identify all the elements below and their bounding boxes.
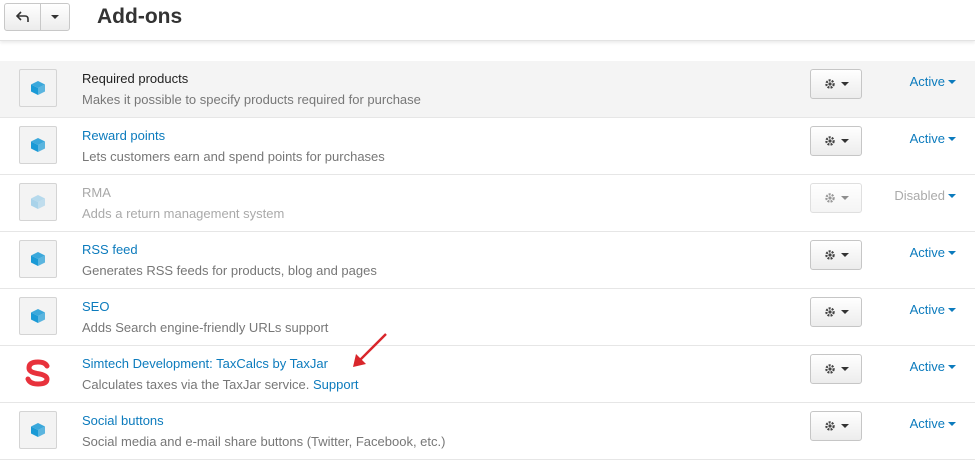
addon-description: Makes it possible to specify products re… — [82, 92, 421, 107]
support-link[interactable]: Support — [313, 377, 359, 392]
back-arrow-icon — [15, 11, 29, 22]
addon-status-dropdown[interactable]: Active — [910, 74, 956, 89]
addon-thumbnail — [19, 240, 57, 278]
page-header: Add-ons — [0, 0, 975, 41]
caret-down-icon — [948, 79, 956, 84]
addon-description-text: Lets customers earn and spend points for… — [82, 149, 385, 164]
addon-name-link[interactable]: RSS feed — [82, 242, 138, 257]
simtech-logo-icon — [25, 359, 50, 387]
caret-down-icon — [948, 136, 956, 141]
addon-settings-button[interactable] — [810, 354, 862, 384]
addon-row: Simtech Development: TaxCalcs by TaxJar … — [0, 346, 975, 403]
addon-status-dropdown[interactable]: Active — [910, 359, 956, 374]
addon-settings-button[interactable] — [810, 411, 862, 441]
addon-status-dropdown[interactable]: Disabled — [894, 188, 956, 203]
addon-description: Lets customers earn and spend points for… — [82, 149, 385, 164]
addon-settings-button[interactable] — [810, 297, 862, 327]
annotation-arrow-icon — [353, 333, 387, 367]
addon-status-label: Active — [909, 359, 945, 374]
back-button-group — [4, 3, 70, 31]
caret-down-icon — [948, 364, 956, 369]
addon-row: Reward points Lets customers earn and sp… — [0, 118, 975, 175]
addon-description: Calculates taxes via the TaxJar service.… — [82, 377, 359, 392]
addon-name-link[interactable]: SEO — [82, 299, 109, 314]
gear-icon — [824, 136, 835, 146]
addon-name-link[interactable]: Simtech Development: TaxCalcs by TaxJar — [82, 356, 328, 371]
addon-box-icon — [31, 252, 45, 266]
addon-thumbnail — [19, 297, 57, 335]
addon-description-text: Generates RSS feeds for products, blog a… — [82, 263, 377, 278]
gear-icon — [824, 250, 835, 260]
caret-down-icon — [948, 421, 956, 426]
addon-description-text: Adds a return management system — [82, 206, 285, 221]
addon-status-label: Active — [909, 131, 945, 146]
addon-description-text: Calculates taxes via the TaxJar service. — [82, 377, 310, 392]
addon-description: Adds Search engine-friendly URLs support — [82, 320, 328, 335]
caret-down-icon — [948, 193, 956, 198]
addon-status-dropdown[interactable]: Active — [910, 245, 956, 260]
addon-thumbnail — [19, 69, 57, 107]
addon-thumbnail — [19, 126, 57, 164]
addon-name-link[interactable]: Required products — [82, 71, 188, 86]
gear-icon — [824, 193, 835, 203]
addon-settings-button[interactable] — [810, 126, 862, 156]
addon-description: Generates RSS feeds for products, blog a… — [82, 263, 377, 278]
caret-down-icon — [840, 367, 849, 371]
addon-settings-button[interactable] — [810, 183, 862, 213]
addon-thumbnail — [19, 354, 57, 392]
caret-down-icon — [840, 253, 849, 257]
addon-box-icon — [31, 195, 45, 209]
gear-icon — [824, 421, 835, 431]
addon-settings-button[interactable] — [810, 240, 862, 270]
caret-down-icon — [840, 310, 849, 314]
addon-status-label: Active — [909, 302, 945, 317]
addon-name-link[interactable]: RMA — [82, 185, 111, 200]
addon-status-label: Active — [909, 245, 945, 260]
addon-row: RMA Adds a return management system Disa… — [0, 175, 975, 232]
caret-down-icon — [840, 139, 849, 143]
addon-box-icon — [31, 81, 45, 95]
caret-down-icon — [948, 307, 956, 312]
addon-description-text: Social media and e-mail share buttons (T… — [82, 434, 446, 449]
addon-settings-button[interactable] — [810, 69, 862, 99]
back-button[interactable] — [5, 4, 41, 30]
addon-thumbnail — [19, 411, 57, 449]
addon-name-link[interactable]: Social buttons — [82, 413, 164, 428]
back-dropdown-toggle[interactable] — [41, 4, 69, 30]
addon-status-dropdown[interactable]: Active — [910, 416, 956, 431]
addon-row: Required products Makes it possible to s… — [0, 61, 975, 118]
gear-icon — [824, 79, 835, 89]
caret-down-icon — [51, 15, 59, 19]
gear-icon — [824, 364, 835, 374]
caret-down-icon — [948, 250, 956, 255]
caret-down-icon — [840, 82, 849, 86]
caret-down-icon — [840, 196, 849, 200]
addon-row: SEO Adds Search engine-friendly URLs sup… — [0, 289, 975, 346]
gear-icon — [824, 307, 835, 317]
addon-description: Adds a return management system — [82, 206, 284, 221]
addon-name-link[interactable]: Reward points — [82, 128, 165, 143]
addon-box-icon — [31, 309, 45, 323]
addon-status-dropdown[interactable]: Active — [910, 302, 956, 317]
addon-description-text: Adds Search engine-friendly URLs support — [82, 320, 329, 335]
addon-thumbnail — [19, 183, 57, 221]
addon-row: RSS feed Generates RSS feeds for product… — [0, 232, 975, 289]
addon-description: Social media and e-mail share buttons (T… — [82, 434, 445, 449]
addon-status-dropdown[interactable]: Active — [910, 131, 956, 146]
addon-box-icon — [31, 138, 45, 152]
addon-row: Social buttons Social media and e-mail s… — [0, 403, 975, 460]
addon-status-label: Disabled — [894, 188, 945, 203]
caret-down-icon — [840, 424, 849, 428]
addon-status-label: Active — [909, 416, 945, 431]
addon-box-icon — [31, 423, 45, 437]
addon-description-text: Makes it possible to specify products re… — [82, 92, 421, 107]
addon-status-label: Active — [909, 74, 945, 89]
page-title: Add-ons — [97, 5, 183, 28]
